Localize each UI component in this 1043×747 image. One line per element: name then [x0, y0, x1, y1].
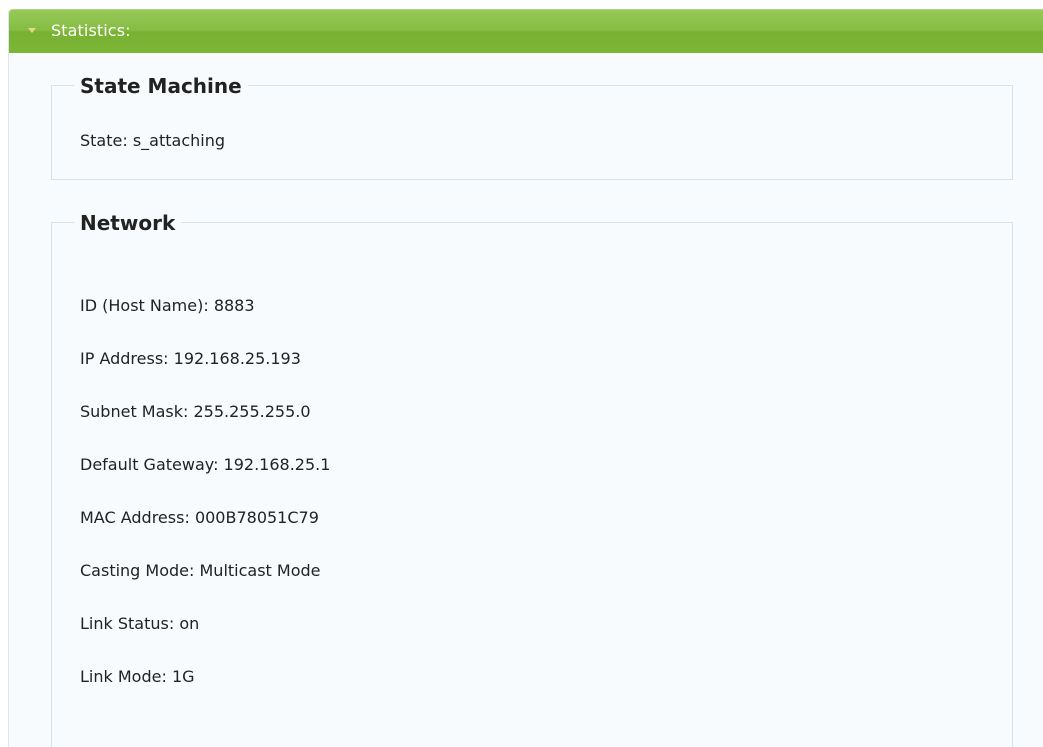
- network-fieldset: Network ID (Host Name): 8883 IP Address:…: [51, 209, 1013, 747]
- default-gateway-value: 192.168.25.1: [223, 455, 331, 474]
- ip-address-label: IP Address:: [80, 349, 169, 368]
- statistics-title[interactable]: Statistics:: [51, 21, 131, 41]
- statistics-panel: Statistics: State Machine State: s_attac…: [8, 9, 1043, 747]
- link-status-value: on: [179, 614, 200, 633]
- statistics-page: Statistics: State Machine State: s_attac…: [0, 0, 1043, 747]
- network-legend: Network: [74, 209, 182, 237]
- link-mode-value: 1G: [171, 667, 195, 686]
- mac-address-value: 000B78051C79: [194, 508, 319, 527]
- network-row-link-status: Link Status: on: [80, 614, 199, 634]
- state-value: s_attaching: [132, 131, 226, 150]
- state-machine-legend: State Machine: [74, 72, 248, 100]
- state-label: State:: [80, 131, 128, 150]
- ip-address-value: 192.168.25.193: [173, 349, 301, 368]
- network-row-subnet-mask: Subnet Mask: 255.255.255.0: [80, 402, 311, 422]
- triangle-down-icon[interactable]: [28, 28, 36, 33]
- network-row-link-mode: Link Mode: 1G: [80, 667, 195, 687]
- host-name-label: ID (Host Name):: [80, 296, 209, 315]
- link-mode-label: Link Mode:: [80, 667, 167, 686]
- statistics-header[interactable]: Statistics:: [9, 9, 1043, 53]
- link-status-label: Link Status:: [80, 614, 175, 633]
- state-row: State: s_attaching: [80, 131, 225, 151]
- subnet-mask-label: Subnet Mask:: [80, 402, 189, 421]
- default-gateway-label: Default Gateway:: [80, 455, 219, 474]
- network-row-host-name: ID (Host Name): 8883: [80, 296, 255, 316]
- host-name-value: 8883: [213, 296, 255, 315]
- network-row-default-gateway: Default Gateway: 192.168.25.1: [80, 455, 330, 475]
- casting-mode-value: Multicast Mode: [199, 561, 321, 580]
- network-row-ip-address: IP Address: 192.168.25.193: [80, 349, 301, 369]
- subnet-mask-value: 255.255.255.0: [193, 402, 311, 421]
- state-machine-fieldset: State Machine State: s_attaching: [51, 72, 1013, 180]
- mac-address-label: MAC Address:: [80, 508, 190, 527]
- network-row-casting-mode: Casting Mode: Multicast Mode: [80, 561, 321, 581]
- network-row-mac-address: MAC Address: 000B78051C79: [80, 508, 319, 528]
- casting-mode-label: Casting Mode:: [80, 561, 195, 580]
